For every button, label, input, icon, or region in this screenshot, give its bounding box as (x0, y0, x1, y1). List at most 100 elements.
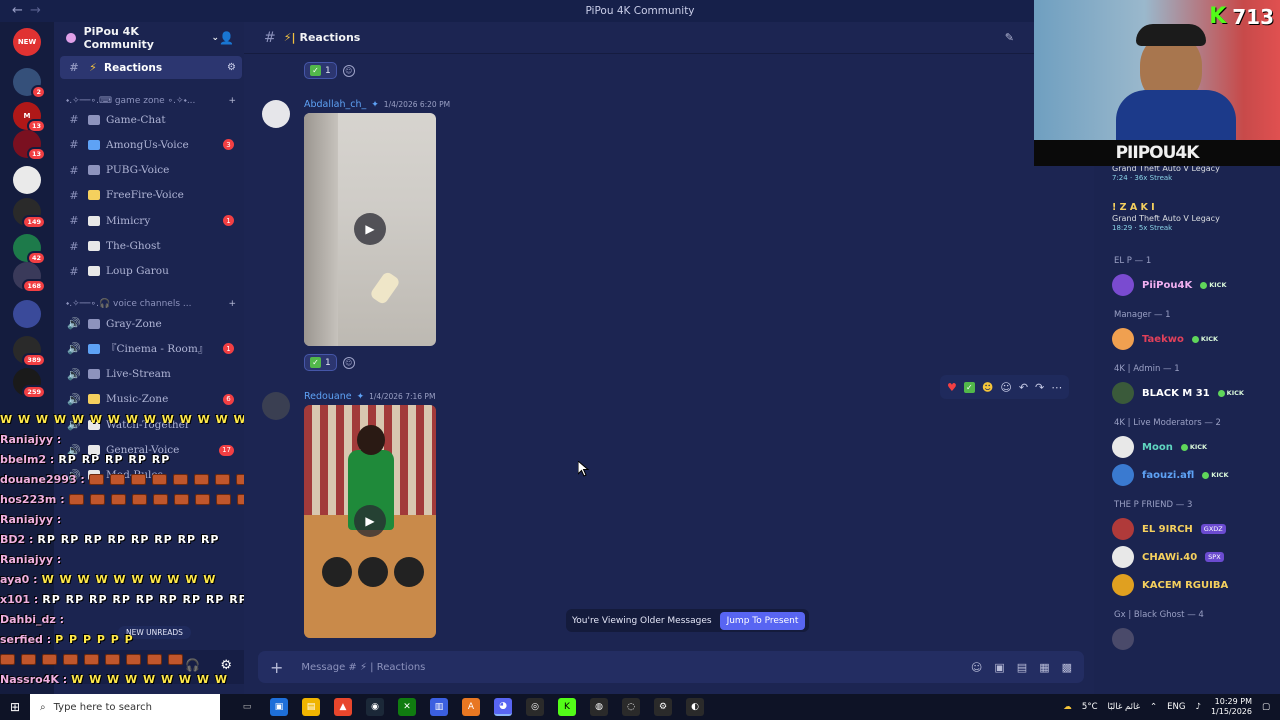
discord-icon[interactable]: ◕ (494, 698, 512, 716)
channel-settings-icon[interactable]: ⚙ (227, 62, 236, 73)
settings-icon[interactable]: ⚙ (654, 698, 672, 716)
member-row[interactable]: EL 9IRCH GXDZ (1112, 516, 1276, 542)
store-icon[interactable]: ▣ (270, 698, 288, 716)
channel-game[interactable]: # FreeFire-Voice (60, 184, 242, 207)
channel-game[interactable]: # Game-Chat (60, 108, 242, 131)
windows-start-icon[interactable]: ⊞ (0, 700, 30, 714)
back-arrow-icon[interactable]: ← (12, 3, 23, 18)
message-author[interactable]: Redouane (304, 391, 352, 402)
reaction-check[interactable]: ✓ 1 (304, 62, 337, 79)
kick-icon[interactable]: K (558, 698, 576, 716)
notifications-icon[interactable]: ▢ (1262, 702, 1270, 712)
tray-chevron-icon[interactable]: ⌃ (1150, 702, 1157, 712)
app-icon[interactable]: ◌ (622, 698, 640, 716)
channel-voice[interactable]: 🔊 Music-Zone 6 (60, 388, 242, 411)
channel-voice[interactable]: 🔊 『Cinema - Room』 1 (60, 337, 242, 360)
member-activity[interactable]: Grand Theft Auto V Legacy 7:24 · 36x Str… (1112, 164, 1220, 183)
channel-reactions[interactable]: # ⚡ Reactions ⚙ (60, 56, 242, 79)
server-icon[interactable]: M 13 (13, 102, 46, 133)
apps-icon[interactable]: ▩ (1062, 661, 1072, 674)
forward-arrow-icon[interactable]: → (30, 3, 41, 18)
heart-emoji-icon[interactable]: ♥ (947, 381, 957, 394)
channel-game[interactable]: # The-Ghost (60, 235, 242, 258)
app-icon[interactable]: ◐ (686, 698, 704, 716)
server-header[interactable]: PiPou 4K Community ⌄ 👤 (54, 22, 244, 54)
server-icon[interactable] (13, 166, 41, 194)
jump-to-present-button[interactable]: Jump To Present (719, 611, 806, 630)
server-icon[interactable] (13, 300, 41, 328)
member-row[interactable]: Moon KICK (1112, 434, 1276, 460)
add-channel-icon[interactable]: + (228, 299, 236, 309)
obs-icon[interactable]: ◎ (526, 698, 544, 716)
threads-icon[interactable]: ✎ (1005, 31, 1014, 44)
member-row[interactable]: faouzi.afl KICK (1112, 462, 1276, 488)
reaction-check[interactable]: ✓ 1 (304, 354, 337, 371)
message-author[interactable]: Abdallah_ch_ (304, 99, 366, 110)
reply-icon[interactable]: ↶ (1019, 381, 1028, 394)
channel-game[interactable]: # Mimicry 1 (60, 209, 242, 232)
message-composer[interactable]: + Message # ⚡ | Reactions ☺ ▣ ▤ ▦ ▩ (258, 651, 1084, 683)
more-options-icon[interactable]: ⋯ (1051, 381, 1062, 394)
settings-gear-icon[interactable]: ⚙ (220, 658, 232, 673)
sticker-icon[interactable]: ▤ (1017, 661, 1027, 674)
forward-icon[interactable]: ↷ (1035, 381, 1044, 394)
member-row[interactable]: Taekwo KICK (1112, 326, 1276, 352)
category-voice-channels[interactable]: ⬩.✧──∘.🎧 voice channels ... + (66, 299, 236, 309)
channel-voice[interactable]: 🔊 Mod-Rules (60, 464, 242, 487)
server-icon[interactable]: 13 (13, 130, 46, 161)
taskbar-search[interactable]: ⌕ Type here to search (30, 694, 220, 720)
xbox-icon[interactable]: ✕ (398, 698, 416, 716)
gif-icon[interactable]: ▣ (994, 661, 1004, 674)
channel-game[interactable]: # AmongUs-Voice 3 (60, 133, 242, 156)
play-button-icon[interactable]: ▶ (354, 505, 386, 537)
server-icon[interactable]: NEW (13, 28, 41, 56)
brave-icon[interactable]: ▲ (334, 698, 352, 716)
add-channel-icon[interactable]: + (228, 96, 236, 106)
add-member-icon[interactable]: 👤 (219, 31, 234, 45)
channel-voice[interactable]: 🔊 Gray-Zone (60, 312, 242, 335)
volume-icon[interactable]: ♪ (1196, 702, 1201, 712)
server-icon[interactable]: 42 (13, 234, 46, 265)
clock[interactable]: 10:29 PM 1/15/2026 (1211, 697, 1252, 716)
channel-game[interactable]: # Loup Garou (60, 260, 242, 283)
video-attachment[interactable]: ▶ (304, 113, 436, 346)
channel-voice[interactable]: 🔊 Live-Stream (60, 363, 242, 386)
laugh-emoji-icon[interactable]: ☻ (982, 381, 993, 394)
gift-icon[interactable]: ☺ (971, 661, 982, 674)
check-emoji-icon[interactable]: ✓ (963, 381, 975, 393)
headphones-icon[interactable]: 🎧 (185, 658, 200, 672)
channel-voice[interactable]: 🔊 Watch-Together (60, 413, 242, 436)
weather-temp[interactable]: 5°C (1082, 702, 1098, 712)
app-icon[interactable]: ▥ (430, 698, 448, 716)
app-icon[interactable]: ◍ (590, 698, 608, 716)
language-indicator[interactable]: ENG (1167, 702, 1185, 712)
steam-icon[interactable]: ◉ (366, 698, 384, 716)
server-icon[interactable]: 259 (13, 368, 46, 399)
add-reaction-icon[interactable]: ☺ (1000, 381, 1011, 394)
message-input[interactable]: Message # ⚡ | Reactions (301, 662, 425, 673)
server-icon[interactable]: 389 (13, 336, 46, 367)
attach-plus-icon[interactable]: + (270, 658, 283, 677)
add-reaction-icon[interactable]: ☺ (342, 64, 355, 77)
task-view-icon[interactable]: ▭ (238, 698, 256, 716)
member-row[interactable]: BLACK M 31 KICK (1112, 380, 1276, 406)
server-icon[interactable]: 2 (13, 68, 46, 99)
server-icon[interactable]: 149 (13, 198, 46, 229)
emoji-icon[interactable]: ▦ (1039, 661, 1049, 674)
channel-voice[interactable]: 🔊 General-Voice 17 (60, 439, 242, 462)
play-button-icon[interactable]: ▶ (354, 213, 386, 245)
file-explorer-icon[interactable]: ▤ (302, 698, 320, 716)
member-row[interactable]: PiiPou4K KICK (1112, 272, 1276, 298)
member-row[interactable]: CHAWi.40 SPX (1112, 544, 1276, 570)
category-game-zone[interactable]: ⬩.✧──∘.⌨ game zone ∘.✧⬩... + (66, 96, 236, 106)
channel-game[interactable]: # PUBG-Voice (60, 159, 242, 182)
member-row[interactable] (1112, 626, 1276, 652)
video-attachment[interactable]: ▶ (304, 405, 436, 638)
avatar[interactable] (262, 392, 290, 420)
add-reaction-icon[interactable]: ☺ (342, 356, 355, 369)
new-unreads-pill[interactable]: NEW UNREADS (118, 626, 191, 639)
avatar[interactable] (262, 100, 290, 128)
server-icon[interactable]: 168 (13, 262, 46, 293)
member-row[interactable]: KACEM RGUIBA (1112, 572, 1276, 598)
app-icon[interactable]: A (462, 698, 480, 716)
